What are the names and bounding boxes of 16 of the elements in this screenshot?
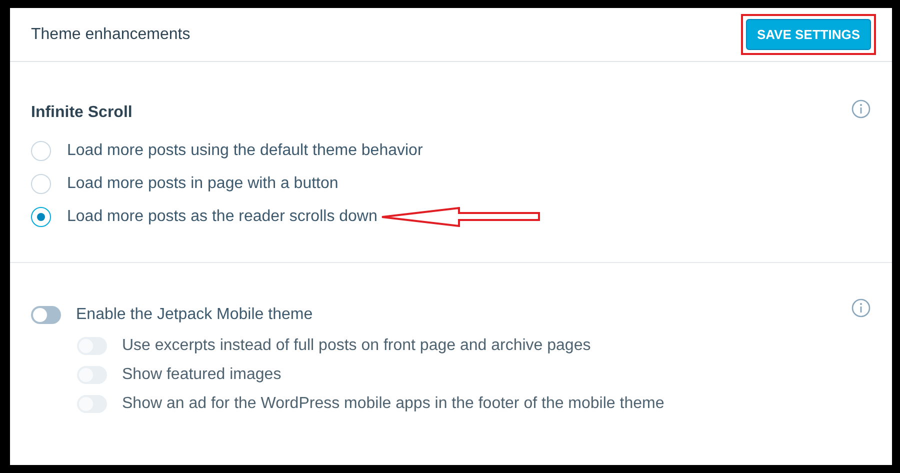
toggle-switch[interactable]: [31, 306, 61, 324]
radio-button[interactable]: [31, 140, 51, 160]
info-icon[interactable]: [851, 99, 871, 119]
radio-label: Load more posts using the default theme behavior: [67, 142, 423, 160]
section-title: Theme enhancements: [31, 26, 190, 44]
toggle-label: Use excerpts instead of full posts on front page and archive pages: [122, 336, 591, 354]
radio-button[interactable]: [31, 206, 51, 226]
radio-label: Load more posts as the reader scrolls down: [67, 208, 378, 226]
save-settings-button[interactable]: SAVE SETTINGS: [746, 19, 871, 50]
toggle-label: Show featured images: [122, 366, 282, 384]
infinite-scroll-heading: Infinite Scroll: [31, 104, 132, 122]
radio-label: Load more posts in page with a button: [67, 174, 338, 192]
toggle-label: Show an ad for the WordPress mobile apps in the footer of the mobile theme: [122, 394, 664, 412]
info-icon[interactable]: [851, 298, 871, 318]
toggle-label: Enable the Jetpack Mobile theme: [76, 306, 313, 324]
radio-button[interactable]: [31, 174, 51, 194]
